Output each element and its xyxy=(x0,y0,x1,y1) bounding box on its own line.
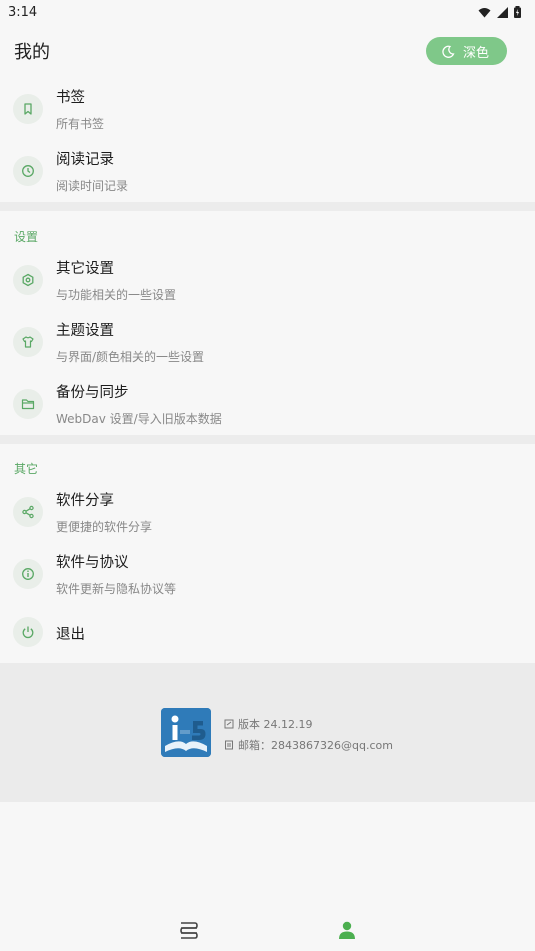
software-agreement-item[interactable]: 软件与协议 软件更新与隐私协议等 xyxy=(0,543,535,605)
item-title: 其它设置 xyxy=(56,261,114,277)
email-line: 邮箱：2843867326@qq.com xyxy=(224,737,393,753)
signal-icon xyxy=(497,6,508,18)
app-info-footer: 版本 24.12.19 邮箱：2843867326@qq.com xyxy=(0,663,535,802)
battery-icon xyxy=(514,6,521,18)
power-icon xyxy=(13,617,43,647)
logout-item[interactable]: 退出 xyxy=(0,601,535,663)
page-title: 我的 xyxy=(14,42,50,63)
item-title: 软件与协议 xyxy=(56,555,129,571)
item-subtitle: 与界面/颜色相关的一些设置 xyxy=(56,350,205,364)
section-divider xyxy=(0,435,535,444)
version-icon xyxy=(224,719,234,729)
moon-icon xyxy=(442,45,455,58)
theme-settings-item[interactable]: 主题设置 与界面/颜色相关的一些设置 xyxy=(0,311,535,373)
wifi-icon xyxy=(478,7,491,17)
email-text: 邮箱：2843867326@qq.com xyxy=(238,739,393,752)
item-title: 主题设置 xyxy=(56,323,114,339)
item-title: 备份与同步 xyxy=(56,385,129,401)
shirt-icon xyxy=(13,327,43,357)
settings-icon xyxy=(13,265,43,295)
item-subtitle: 阅读时间记录 xyxy=(56,179,129,193)
dark-mode-label: 深色 xyxy=(462,45,489,61)
item-title: 退出 xyxy=(56,627,85,643)
bottom-nav xyxy=(0,908,535,951)
header: 我的 深色 xyxy=(0,34,535,68)
settings-section-label: 设置 xyxy=(14,230,39,244)
backup-sync-item[interactable]: 备份与同步 WebDav 设置/导入旧版本数据 xyxy=(0,373,535,435)
item-subtitle: 更便捷的软件分享 xyxy=(56,520,153,534)
reading-history-item[interactable]: 阅读记录 阅读时间记录 xyxy=(0,140,535,202)
item-subtitle: 与功能相关的一些设置 xyxy=(56,288,177,302)
section-divider xyxy=(0,202,535,211)
user-icon xyxy=(338,921,355,939)
document-icon xyxy=(225,740,233,750)
other-section-label: 其它 xyxy=(14,462,39,476)
dark-mode-button[interactable]: 深色 xyxy=(425,37,507,65)
version-text: 版本 24.12.19 xyxy=(238,718,313,731)
status-icons xyxy=(478,6,521,18)
nav-profile-tab[interactable] xyxy=(337,920,357,940)
item-subtitle: WebDav 设置/导入旧版本数据 xyxy=(56,412,222,426)
bookmark-icon xyxy=(13,94,43,124)
item-subtitle: 软件更新与隐私协议等 xyxy=(56,582,177,596)
item-subtitle: 所有书签 xyxy=(56,117,105,131)
books-icon xyxy=(180,921,199,939)
version-line: 版本 24.12.19 xyxy=(224,716,312,732)
other-settings-item[interactable]: 其它设置 与功能相关的一些设置 xyxy=(0,249,535,311)
bookmarks-item[interactable]: 书签 所有书签 xyxy=(0,78,535,140)
info-icon xyxy=(13,559,43,589)
item-title: 书签 xyxy=(56,90,85,106)
clock-icon xyxy=(13,156,43,186)
item-title: 阅读记录 xyxy=(56,152,114,168)
folder-icon xyxy=(13,389,43,419)
share-icon xyxy=(13,497,43,527)
status-time: 3:14 xyxy=(8,4,38,20)
share-app-item[interactable]: 软件分享 更便捷的软件分享 xyxy=(0,481,535,543)
status-bar: 3:14 xyxy=(0,0,535,24)
nav-bookshelf-tab[interactable] xyxy=(178,920,200,940)
app-logo xyxy=(161,708,211,757)
item-title: 软件分享 xyxy=(56,493,114,509)
